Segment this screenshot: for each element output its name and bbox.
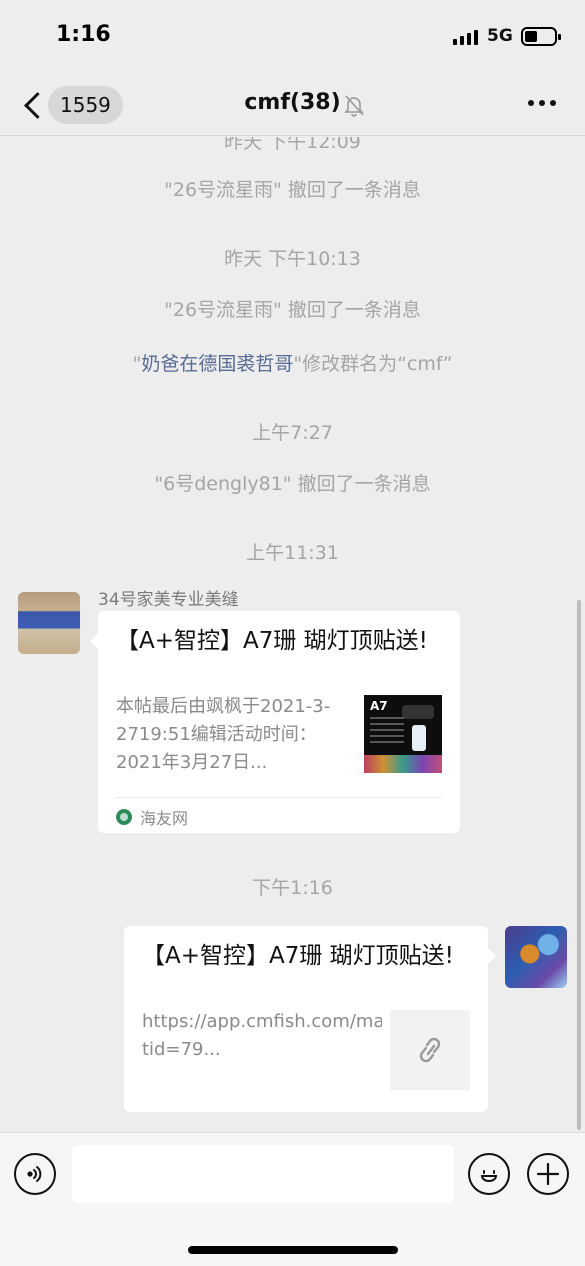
signal-icon bbox=[453, 30, 478, 45]
avatar[interactable] bbox=[18, 592, 80, 654]
card-source: 海友网 bbox=[116, 805, 188, 829]
rename-suffix: "修改群名为“cmf” bbox=[293, 353, 453, 375]
sender-name: 34号家美专业美缝 bbox=[98, 590, 239, 610]
network-type: 5G bbox=[487, 26, 513, 46]
ellipsis-icon[interactable] bbox=[528, 100, 556, 106]
phone-image bbox=[412, 725, 426, 751]
lamp-image bbox=[402, 705, 434, 719]
battery-icon bbox=[521, 27, 561, 46]
input-bar bbox=[0, 1132, 585, 1266]
message-list[interactable]: 昨天 下午12:09 "26号流星雨" 撤回了一条消息 昨天 下午10:13 "… bbox=[0, 137, 585, 1132]
card-title: 【A+智控】A7珊 瑚灯顶贴送! bbox=[116, 628, 428, 654]
card-url: https://app.cmfish.com/mag/circle/v1/for… bbox=[142, 1011, 382, 1060]
chat-title: cmf(38) bbox=[244, 90, 341, 115]
home-indicator bbox=[188, 1246, 398, 1254]
link-card-outgoing[interactable]: 【A+智控】A7珊 瑚灯顶贴送! https://app.cmfish.com/… bbox=[124, 926, 496, 1112]
source-logo-icon bbox=[116, 809, 132, 825]
timestamp: 下午1:16 bbox=[252, 877, 333, 899]
link-thumbnail bbox=[390, 1010, 470, 1090]
emoji-icon[interactable] bbox=[468, 1153, 510, 1195]
status-bar: 1:16 5G bbox=[0, 0, 585, 74]
scrollbar[interactable] bbox=[577, 600, 581, 1130]
status-time: 1:16 bbox=[56, 22, 111, 47]
card-description: 本帖最后由飒枫于2021-3-2719:51编辑活动时间：2021年3月27日.… bbox=[116, 696, 331, 773]
thumbnail-label: A7 bbox=[370, 699, 388, 713]
plus-icon[interactable] bbox=[527, 1153, 569, 1195]
rename-notice: "奶爸在德国裘哲哥"修改群名为“cmf” bbox=[0, 349, 585, 376]
recall-notice: "26号流星雨" 撤回了一条消息 bbox=[164, 299, 421, 321]
chat-header: 1559 cmf(38) bbox=[0, 74, 585, 136]
link-icon bbox=[419, 1037, 441, 1063]
source-name: 海友网 bbox=[140, 809, 189, 828]
recall-notice: "6号dengly81" 撤回了一条消息 bbox=[154, 473, 431, 495]
bell-slash-icon bbox=[344, 95, 364, 117]
timestamp: 上午7:27 bbox=[252, 422, 333, 444]
voice-icon[interactable] bbox=[14, 1153, 56, 1195]
divider bbox=[116, 797, 442, 798]
timestamp: 昨天 下午10:13 bbox=[224, 248, 361, 270]
link-card-incoming[interactable]: 【A+智控】A7珊 瑚灯顶贴送! 本帖最后由飒枫于2021-3-2719:51编… bbox=[90, 611, 460, 833]
timestamp: 昨天 下午12:09 bbox=[224, 137, 361, 153]
card-title: 【A+智控】A7珊 瑚灯顶贴送! bbox=[142, 943, 454, 969]
rename-user-link[interactable]: 奶爸在德国裘哲哥 bbox=[141, 353, 293, 375]
recall-notice: "26号流星雨" 撤回了一条消息 bbox=[164, 179, 421, 201]
timestamp: 上午11:31 bbox=[246, 542, 339, 564]
avatar-self[interactable] bbox=[505, 926, 567, 988]
spec-text-image bbox=[370, 717, 404, 747]
message-input[interactable] bbox=[72, 1145, 454, 1203]
card-thumbnail: A7 bbox=[364, 695, 442, 773]
reef-image bbox=[364, 755, 442, 773]
